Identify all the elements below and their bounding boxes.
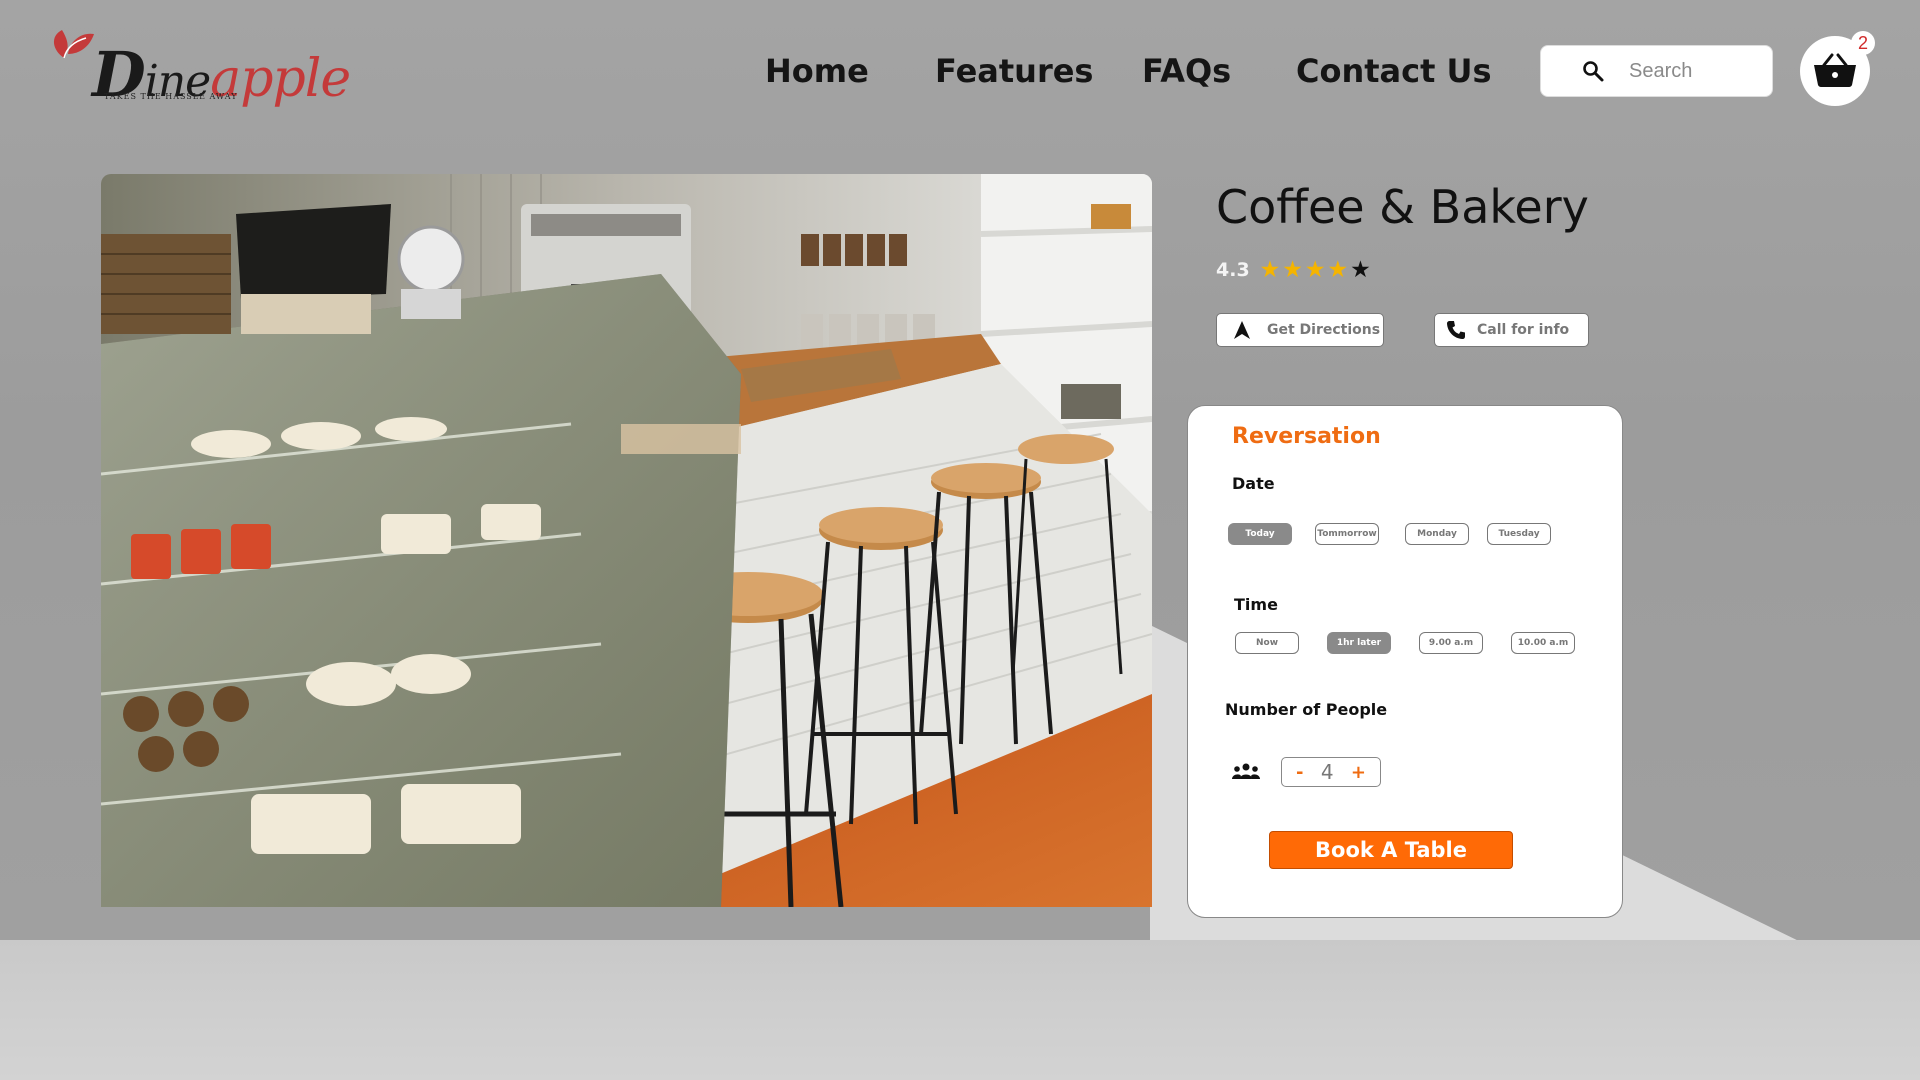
people-count: 4 [1320, 760, 1334, 784]
date-label: Date [1232, 474, 1275, 493]
date-option-today[interactable]: Today [1228, 523, 1292, 545]
star-icon: ★ [1350, 256, 1371, 282]
venue-rating: 4.3 ★ ★ ★ ★ ★ [1216, 258, 1371, 281]
search-icon [1583, 61, 1604, 82]
phone-icon [1447, 321, 1465, 339]
time-option-10am[interactable]: 10.00 a.m [1511, 632, 1575, 654]
people-label: Number of People [1225, 700, 1388, 719]
star-icon: ★ [1282, 256, 1303, 282]
cart-count-badge: 2 [1851, 31, 1875, 55]
call-for-info-label: Call for info [1477, 322, 1570, 338]
star-icon: ★ [1304, 256, 1326, 282]
time-option-now[interactable]: Now [1235, 632, 1299, 654]
star-rating: ★ ★ ★ ★ ★ [1260, 258, 1371, 281]
navigation-arrow-icon [1234, 321, 1250, 339]
reservation-card: Reversation Date Today Tommorrow Monday … [1187, 405, 1623, 918]
decrement-button[interactable]: - [1296, 762, 1303, 783]
call-for-info-button[interactable]: Call for info [1434, 313, 1589, 347]
get-directions-label: Get Directions [1267, 322, 1381, 338]
background-floor [0, 940, 1920, 1080]
logo-tagline: TAKES THE HASSLE AWAY [104, 92, 238, 101]
people-stepper: - 4 + [1281, 757, 1381, 787]
get-directions-button[interactable]: Get Directions [1216, 313, 1384, 347]
reservation-title: Reversation [1232, 424, 1381, 449]
date-option-tuesday[interactable]: Tuesday [1487, 523, 1551, 545]
star-icon: ★ [1327, 256, 1349, 282]
brand-logo[interactable]: Dineapple TAKES THE HASSLE AWAY [44, 24, 351, 110]
time-label: Time [1234, 595, 1278, 614]
people-icon [1232, 763, 1260, 779]
time-option-9am[interactable]: 9.00 a.m [1419, 632, 1483, 654]
cafe-interior-illustration [101, 174, 1152, 907]
venue-title: Coffee & Bakery [1216, 180, 1589, 234]
nav-features[interactable]: Features [935, 52, 1093, 90]
search-box[interactable] [1540, 45, 1773, 97]
date-option-tomorrow[interactable]: Tommorrow [1315, 523, 1379, 545]
venue-photo [101, 174, 1152, 907]
nav-faqs[interactable]: FAQs [1142, 52, 1231, 90]
nav-home[interactable]: Home [765, 52, 869, 90]
date-option-monday[interactable]: Monday [1405, 523, 1469, 545]
increment-button[interactable]: + [1351, 762, 1366, 783]
time-option-1hr-later[interactable]: 1hr later [1327, 632, 1391, 654]
star-icon: ★ [1259, 256, 1281, 282]
nav-contact-us[interactable]: Contact Us [1296, 52, 1492, 90]
rating-value: 4.3 [1216, 258, 1250, 281]
book-table-button[interactable]: Book A Table [1269, 831, 1513, 869]
search-input[interactable] [1629, 59, 1749, 83]
basket-icon [1814, 53, 1856, 87]
